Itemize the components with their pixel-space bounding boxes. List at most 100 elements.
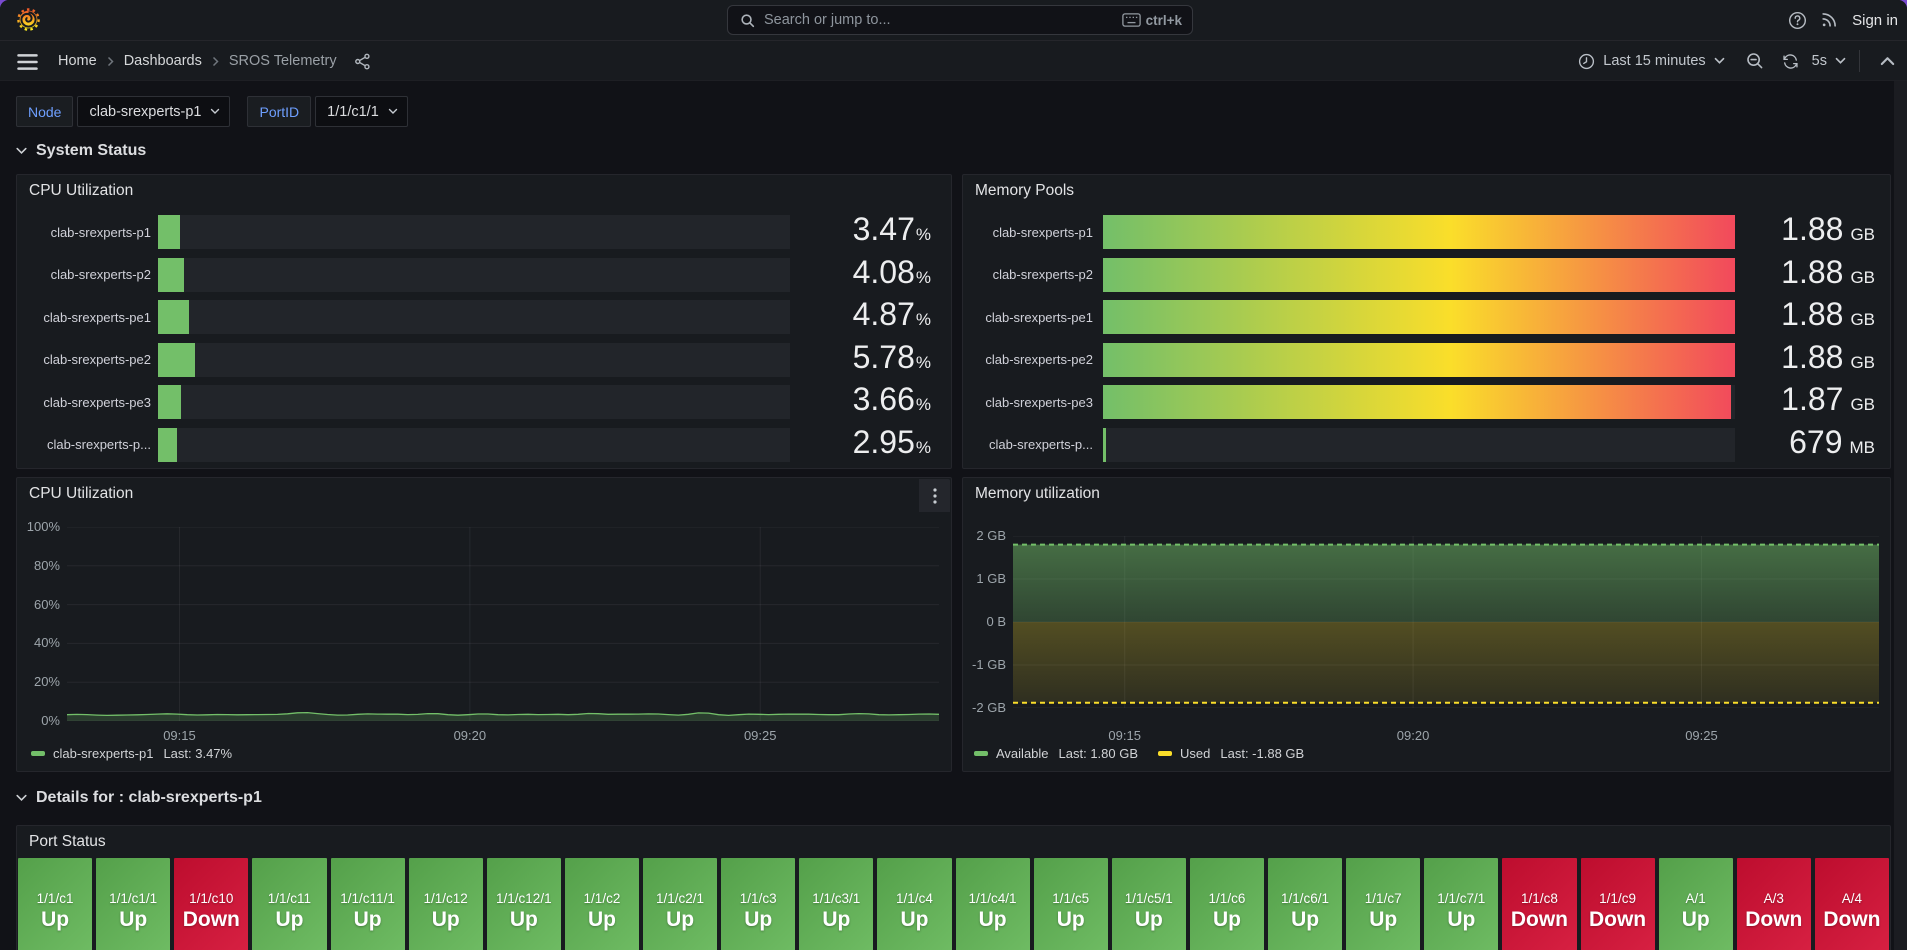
sign-in-button[interactable]: Sign in	[1852, 12, 1898, 29]
legend-item-available: Available Last: 1.80 GB	[974, 746, 1138, 761]
port-tile: 1/1/c8Down	[1502, 858, 1576, 950]
grafana-logo[interactable]	[17, 8, 40, 31]
gauge-row-label: clab-srexperts-p...	[963, 437, 1093, 452]
help-icon	[1788, 11, 1807, 30]
port-name: 1/1/c10	[189, 891, 233, 907]
gauge-bar-track	[158, 428, 790, 462]
port-status-value: Up	[1369, 908, 1397, 932]
help-button[interactable]	[1781, 4, 1813, 36]
gauge-bar-fill	[158, 385, 181, 419]
variable-portid-select[interactable]: 1/1/c1/1	[315, 96, 408, 127]
chevron-down-icon	[1835, 57, 1846, 65]
port-name: 1/1/c4/1	[969, 891, 1017, 907]
panel-title[interactable]: CPU Utilization	[29, 485, 133, 503]
breadcrumb-dashboards[interactable]: Dashboards	[124, 53, 202, 69]
gauge-bar-track	[158, 385, 790, 419]
refresh-icon	[1782, 53, 1799, 70]
grafana-app-window: ctrl+k Sign in Home Dashboards SROS Tele…	[0, 0, 1907, 950]
refresh-interval-dropdown[interactable]: 5s	[1812, 53, 1846, 69]
topbar-right-actions: Sign in	[1781, 0, 1898, 40]
y-axis-tick-label: 0%	[17, 713, 60, 729]
gauge-row: clab-srexperts-p13.47%	[17, 215, 951, 249]
toolbar-divider	[1859, 50, 1860, 72]
gauge-row-label: clab-srexperts-pe3	[963, 395, 1093, 410]
legend-series-name[interactable]: Used	[1180, 746, 1210, 761]
port-status-value: Up	[1447, 908, 1475, 932]
gauge-row: clab-srexperts-p11.88GB	[963, 215, 1890, 249]
chevron-right-icon	[106, 56, 115, 67]
chevron-up-icon	[1880, 56, 1895, 66]
keyboard-icon	[1122, 13, 1141, 27]
panel-title[interactable]: Memory utilization	[975, 485, 1100, 503]
port-name: 1/1/c3/1	[812, 891, 860, 907]
gauge-row: clab-srexperts-pe14.87%	[17, 300, 951, 334]
time-range-picker[interactable]: Last 15 minutes	[1578, 53, 1724, 70]
variable-node-label: Node	[16, 96, 73, 127]
refresh-dashboard-button[interactable]	[1782, 53, 1799, 70]
section-details[interactable]: Details for : clab-srexperts-p1	[16, 789, 262, 807]
menu-toggle-button[interactable]	[14, 48, 41, 75]
panel-menu-button[interactable]	[919, 479, 950, 512]
zoom-out-icon	[1746, 52, 1764, 70]
legend-series-name[interactable]: clab-srexperts-p1	[53, 746, 153, 761]
gauge-bar-fill	[1103, 385, 1731, 419]
cpu-timeseries-plot[interactable]	[67, 527, 939, 721]
port-status-value: Down	[183, 908, 240, 932]
panel-title[interactable]: Memory Pools	[975, 182, 1074, 200]
legend-last-value: Last: -1.88 GB	[1220, 746, 1304, 761]
y-axis-tick-label: 60%	[17, 597, 60, 613]
port-name: 1/1/c12	[424, 891, 468, 907]
port-name: 1/1/c11/1	[340, 891, 395, 907]
port-name: 1/1/c9	[1599, 891, 1636, 907]
port-name: 1/1/c4	[896, 891, 933, 907]
gauge-row-value: 1.87GB	[1735, 382, 1890, 422]
port-tile: 1/1/c6Up	[1190, 858, 1264, 950]
top-navigation-bar: ctrl+k Sign in	[0, 0, 1907, 41]
legend-series-name[interactable]: Available	[996, 746, 1049, 761]
port-name: A/3	[1764, 891, 1784, 907]
port-status-value: Up	[354, 908, 382, 932]
search-input[interactable]	[764, 12, 1122, 28]
page-scrollbar[interactable]	[1894, 81, 1907, 950]
breadcrumb-home[interactable]: Home	[58, 53, 97, 69]
gauge-row-value: 1.88GB	[1735, 212, 1890, 252]
share-dashboard-button[interactable]	[354, 53, 371, 70]
memory-timeseries-plot[interactable]	[1013, 536, 1879, 708]
news-rss-button[interactable]	[1813, 4, 1845, 36]
rss-icon	[1820, 11, 1838, 29]
port-tile: 1/1/c3Up	[721, 858, 795, 950]
port-tile: 1/1/c7/1Up	[1424, 858, 1498, 950]
port-status-value: Up	[822, 908, 850, 932]
gauge-bar-fill	[1103, 343, 1735, 377]
search-bar[interactable]: ctrl+k	[727, 5, 1193, 35]
panel-title[interactable]: CPU Utilization	[29, 182, 133, 200]
kebab-menu-icon	[933, 488, 937, 504]
legend-last-value: Last: 1.80 GB	[1059, 746, 1139, 761]
gauge-bar-track	[1103, 258, 1735, 292]
zoom-out-time-button[interactable]	[1739, 45, 1771, 77]
port-status-value: Up	[510, 908, 538, 932]
section-system-status[interactable]: System Status	[16, 142, 146, 160]
port-name: 1/1/c5/1	[1125, 891, 1173, 907]
timeseries-svg	[1013, 536, 1879, 708]
legend-swatch	[974, 751, 988, 756]
gauge-row: clab-srexperts-pe33.66%	[17, 385, 951, 419]
collapse-controls-button[interactable]	[1871, 45, 1903, 77]
template-variables-row: Node clab-srexperts-p1 PortID 1/1/c1/1	[16, 96, 408, 127]
cpu-ts-legend: clab-srexperts-p1 Last: 3.47%	[31, 746, 232, 761]
port-name: 1/1/c8	[1521, 891, 1558, 907]
legend-swatch	[31, 751, 45, 756]
gauge-row-label: clab-srexperts-p...	[17, 437, 151, 452]
port-tile: 1/1/c6/1Up	[1268, 858, 1342, 950]
gauge-row-value: 1.88GB	[1735, 340, 1890, 380]
gauge-bar-track	[1103, 385, 1735, 419]
variable-node-select[interactable]: clab-srexperts-p1	[77, 96, 230, 127]
breadcrumb-toolbar: Home Dashboards SROS Telemetry Last 15 m…	[0, 41, 1907, 81]
gauge-row: clab-srexperts-p21.88GB	[963, 258, 1890, 292]
port-tile: 1/1/c5Up	[1034, 858, 1108, 950]
gauge-bar-track	[1103, 343, 1735, 377]
panel-title[interactable]: Port Status	[29, 833, 106, 851]
port-tile: A/4Down	[1815, 858, 1889, 950]
panel-cpu-utilization-timeseries: CPU Utilization clab-srexperts-p1 Last: …	[16, 477, 952, 772]
legend-swatch	[1158, 751, 1172, 756]
